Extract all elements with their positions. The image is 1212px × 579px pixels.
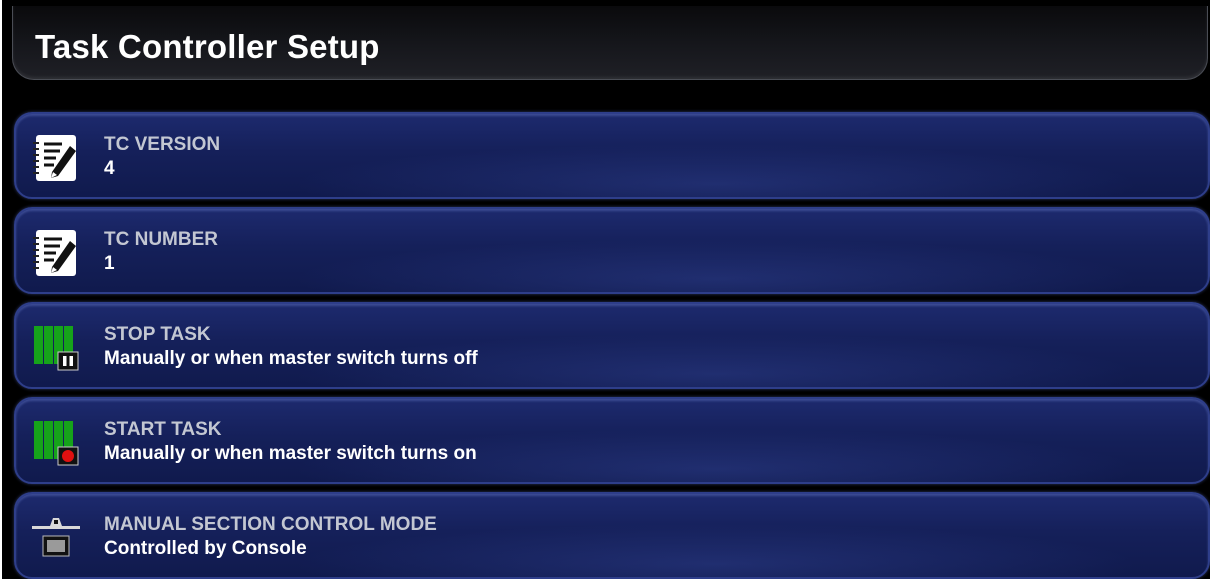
notepad-edit-icon — [30, 132, 82, 184]
setting-value: 4 — [104, 158, 115, 179]
setting-label: MANUAL SECTION CONTROL MODE — [104, 514, 437, 535]
setting-label: START TASK — [104, 419, 222, 440]
task-controller-setup-screen: Task Controller Setup TC VERSION 4 TC NU… — [2, 0, 1210, 579]
setting-row-manual-section-control-mode[interactable]: MANUAL SECTION CONTROL MODE Controlled b… — [14, 492, 1210, 579]
setting-label: STOP TASK — [104, 324, 211, 345]
setting-label: TC NUMBER — [104, 229, 218, 250]
boom-console-icon — [30, 512, 82, 564]
setting-row-start-task[interactable]: START TASK Manually or when master switc… — [14, 397, 1210, 484]
stop-task-pause-icon — [30, 322, 82, 374]
notepad-edit-icon — [30, 227, 82, 279]
setting-row-tc-number[interactable]: TC NUMBER 1 — [14, 207, 1210, 294]
settings-list: TC VERSION 4 TC NUMBER 1 STOP TASK Manua… — [14, 112, 1210, 579]
setting-value: Manually or when master switch turns on — [104, 443, 477, 464]
setting-row-tc-version[interactable]: TC VERSION 4 — [14, 112, 1210, 199]
setting-row-stop-task[interactable]: STOP TASK Manually or when master switch… — [14, 302, 1210, 389]
title-bar: Task Controller Setup — [12, 6, 1208, 80]
setting-label: TC VERSION — [104, 134, 221, 155]
setting-value: 1 — [104, 253, 115, 274]
page-title: Task Controller Setup — [35, 28, 380, 65]
setting-value: Manually or when master switch turns off — [104, 348, 478, 369]
setting-value: Controlled by Console — [104, 538, 307, 559]
start-task-record-icon — [30, 417, 82, 469]
